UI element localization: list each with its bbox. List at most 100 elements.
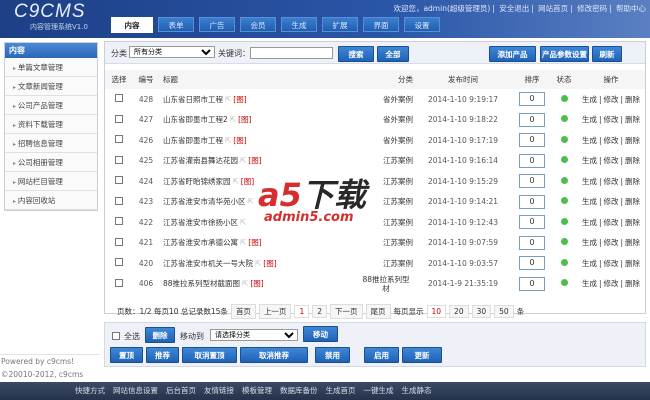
status-ok-icon[interactable] (560, 176, 568, 184)
status-ok-icon[interactable] (560, 238, 568, 246)
status-ok-icon[interactable] (560, 115, 568, 123)
external-link-icon[interactable]: ⇱ (230, 115, 236, 124)
tab-3[interactable]: 会员 (240, 17, 276, 32)
bulk-button-6[interactable]: 更新 (402, 347, 442, 363)
move-button[interactable]: 移动 (303, 326, 338, 342)
generate-link[interactable]: 生成 (582, 156, 597, 165)
row-title[interactable]: 江苏省盱眙锦绣家园 (163, 177, 231, 186)
product-params-button[interactable]: 产品参数设置 (540, 46, 589, 62)
external-link-icon[interactable]: ⇱ (255, 259, 261, 268)
external-link-icon[interactable]: ⇱ (233, 177, 239, 186)
delete-link[interactable]: 删除 (625, 238, 640, 247)
row-title[interactable]: 88推拉系列型材截面图 (163, 279, 240, 288)
edit-link[interactable]: 修改 (604, 279, 619, 288)
tab-2[interactable]: 广告 (199, 17, 235, 32)
bulk-button-1[interactable]: 推荐 (146, 347, 179, 363)
tab-6[interactable]: 界面 (363, 17, 399, 32)
footer-link[interactable]: 一键生成 (364, 386, 394, 395)
status-ok-icon[interactable] (560, 217, 568, 225)
edit-link[interactable]: 修改 (604, 156, 619, 165)
logout-link[interactable]: 安全退出 (499, 4, 529, 13)
order-input[interactable]: 0 (519, 235, 545, 250)
bulk-button-4[interactable]: 禁用 (315, 347, 350, 363)
row-checkbox[interactable] (115, 237, 123, 246)
edit-link[interactable]: 修改 (604, 95, 619, 104)
row-checkbox[interactable] (115, 155, 123, 164)
help-link[interactable]: 帮助中心 (616, 4, 646, 13)
delete-link[interactable]: 删除 (625, 259, 640, 268)
row-checkbox[interactable] (115, 94, 123, 103)
row-checkbox[interactable] (115, 196, 123, 205)
footer-link[interactable]: 生成静态 (402, 386, 432, 395)
per-page-50[interactable]: 50 (494, 305, 514, 318)
row-checkbox[interactable] (115, 135, 123, 144)
per-page-30[interactable]: 30 (471, 305, 492, 318)
sidebar-item[interactable]: 资料下载管理 (5, 115, 97, 134)
bulk-button-3[interactable]: 取消推荐 (240, 347, 308, 363)
row-title[interactable]: 江苏省淮安市承德公寓 (163, 238, 238, 247)
order-input[interactable]: 0 (519, 194, 545, 209)
row-title[interactable]: 山东省即墨市工程 (163, 136, 223, 145)
delete-button[interactable]: 删除 (145, 327, 175, 343)
tab-7[interactable]: 设置 (404, 17, 440, 32)
order-input[interactable]: 0 (519, 133, 545, 148)
search-button[interactable]: 搜索 (338, 46, 374, 62)
order-input[interactable]: 0 (519, 112, 545, 127)
generate-link[interactable]: 生成 (582, 115, 597, 124)
delete-link[interactable]: 删除 (625, 115, 640, 124)
external-link-icon[interactable]: ⇱ (240, 238, 246, 247)
bulk-button-0[interactable]: 置顶 (110, 347, 143, 363)
edit-link[interactable]: 修改 (604, 218, 619, 227)
sidebar-item[interactable]: 公司产品管理 (5, 96, 97, 115)
generate-link[interactable]: 生成 (582, 279, 597, 288)
generate-link[interactable]: 生成 (582, 177, 597, 186)
status-ok-icon[interactable] (560, 197, 568, 205)
footer-link[interactable]: 生成首页 (326, 386, 356, 395)
delete-link[interactable]: 删除 (625, 197, 640, 206)
status-ok-icon[interactable] (560, 94, 568, 102)
row-checkbox[interactable] (115, 258, 123, 267)
external-link-icon[interactable]: ⇱ (248, 197, 254, 206)
generate-link[interactable]: 生成 (582, 136, 597, 145)
row-title[interactable]: 江苏省淮安市机关一号大院 (163, 259, 253, 268)
edit-link[interactable]: 修改 (604, 259, 619, 268)
sidebar-item[interactable]: 公司相册管理 (5, 153, 97, 172)
row-title[interactable]: 山东省即墨市工程2 (163, 115, 228, 124)
order-input[interactable]: 0 (519, 153, 545, 168)
row-title[interactable]: 江苏省淮安市徐扬小区 (163, 218, 238, 227)
last-page[interactable]: 尾页 (365, 304, 391, 319)
edit-link[interactable]: 修改 (604, 115, 619, 124)
row-checkbox[interactable] (115, 278, 123, 287)
sidebar-item[interactable]: 单篇文章管理 (5, 58, 97, 77)
refresh-button[interactable]: 刷新 (592, 46, 622, 62)
tab-5[interactable]: 扩展 (322, 17, 358, 32)
per-page-10[interactable]: 10 (426, 305, 447, 318)
footer-link[interactable]: 模板管理 (242, 386, 272, 395)
order-input[interactable]: 0 (519, 174, 545, 189)
row-title[interactable]: 江苏省淮安市清华苑小区 (163, 197, 246, 206)
footer-link[interactable]: 网站信息设置 (113, 386, 158, 395)
external-link-icon[interactable]: ⇱ (240, 218, 246, 227)
order-input[interactable]: 0 (519, 276, 545, 291)
row-title[interactable]: 江苏省灌南县舞达花园 (163, 156, 238, 165)
delete-link[interactable]: 删除 (625, 177, 640, 186)
page-2[interactable]: 2 (312, 305, 327, 318)
first-page[interactable]: 首页 (230, 304, 256, 319)
row-checkbox[interactable] (115, 217, 123, 226)
order-input[interactable]: 0 (519, 256, 545, 271)
external-link-icon[interactable]: ⇱ (242, 279, 248, 288)
keyword-input[interactable] (250, 47, 333, 59)
page-1[interactable]: 1 (294, 305, 310, 318)
sidebar-item[interactable]: 文章新闻管理 (5, 77, 97, 96)
prev-page[interactable]: 上一页 (258, 304, 292, 319)
tab-4[interactable]: 生成 (281, 17, 317, 32)
category-select[interactable]: 所有分类 (129, 46, 215, 58)
generate-link[interactable]: 生成 (582, 95, 597, 104)
edit-link[interactable]: 修改 (604, 177, 619, 186)
bulk-button-2[interactable]: 取消置顶 (182, 347, 237, 363)
footer-link[interactable]: 友情链接 (204, 386, 234, 395)
sidebar-item[interactable]: 招聘信息管理 (5, 134, 97, 153)
site-home-link[interactable]: 网站首页 (538, 4, 568, 13)
generate-link[interactable]: 生成 (582, 218, 597, 227)
delete-link[interactable]: 删除 (625, 218, 640, 227)
